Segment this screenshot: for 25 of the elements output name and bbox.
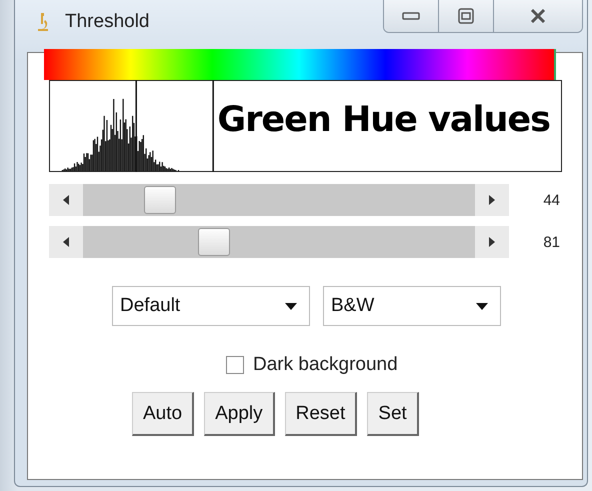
dialog-button[interactable]: Auto	[132, 392, 194, 436]
annotation-label: Green Hue values	[217, 100, 550, 140]
slider-value: 81	[543, 234, 560, 250]
dialog-button[interactable]: Set	[367, 392, 419, 436]
minimize-button[interactable]	[384, 0, 439, 32]
window-title: Threshold	[65, 11, 150, 33]
slider-thumb[interactable]	[144, 186, 176, 214]
checkbox[interactable]	[226, 356, 244, 374]
maximize-button[interactable]	[439, 0, 494, 32]
checkbox-label: Dark background	[253, 354, 398, 376]
slider-value: 44	[543, 192, 560, 208]
dialog-button[interactable]: Apply	[204, 392, 275, 436]
microscope-icon	[37, 12, 51, 34]
threshold-slider[interactable]	[49, 184, 509, 216]
threshold-slider[interactable]	[49, 226, 509, 258]
minimize-icon	[402, 12, 420, 20]
slider-thumb[interactable]	[198, 228, 230, 256]
dropdown[interactable]: Default	[112, 286, 310, 326]
caret-icon	[285, 302, 297, 310]
maximize-icon	[458, 8, 474, 24]
dialog-button[interactable]: Reset	[284, 392, 358, 436]
close-icon	[530, 9, 546, 23]
dropdown[interactable]: B&W	[323, 286, 501, 326]
caret-icon	[476, 302, 488, 310]
close-button[interactable]	[494, 0, 582, 32]
